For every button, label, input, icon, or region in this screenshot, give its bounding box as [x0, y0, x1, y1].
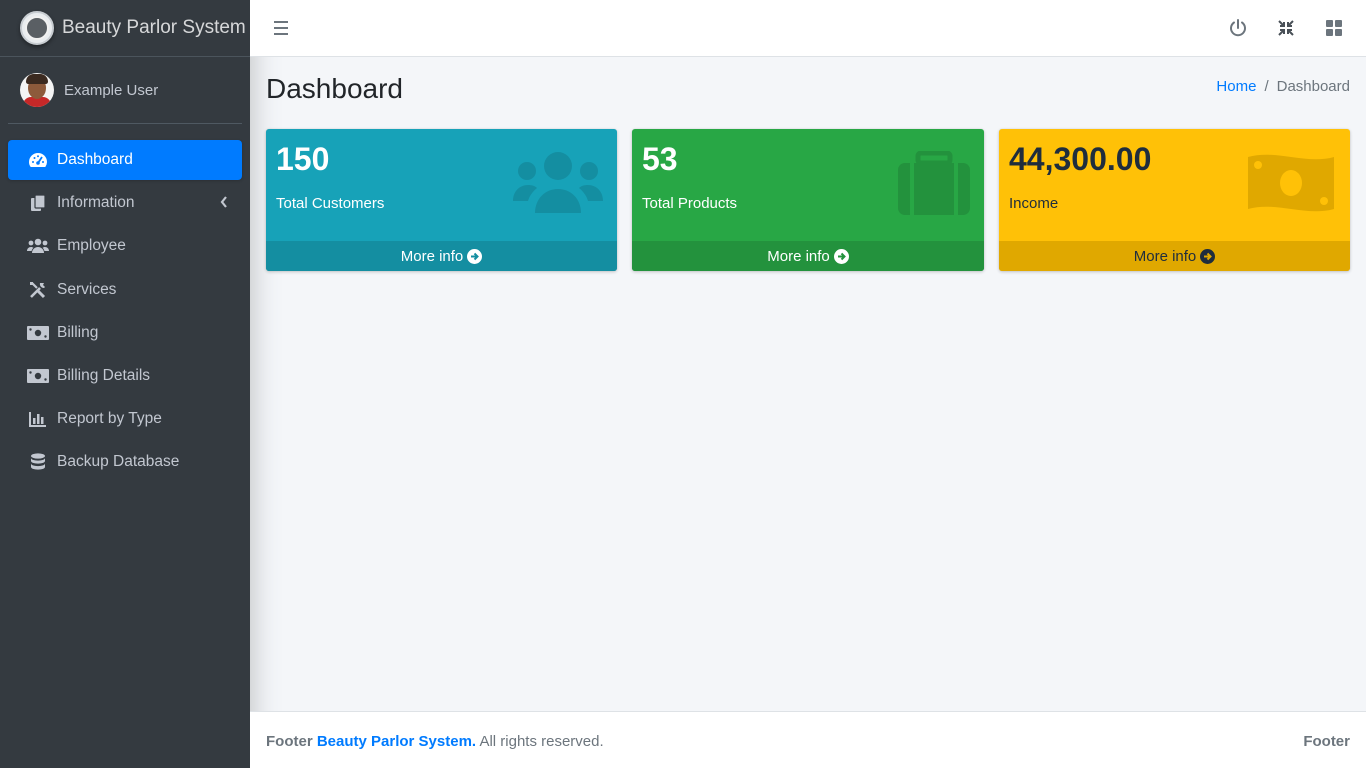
money-bill-icon — [1246, 151, 1336, 220]
more-info-link[interactable]: More info — [632, 241, 984, 271]
sidebar-item-label: Billing Details — [57, 366, 151, 384]
arrow-circle-right-icon — [833, 248, 849, 264]
more-info-label: More info — [767, 247, 830, 265]
tools-icon — [26, 280, 50, 300]
users-icon — [26, 236, 50, 256]
sidebar-item-label: Billing — [57, 323, 99, 341]
user-panel: Example User — [8, 57, 242, 124]
card-label: Income — [1009, 195, 1059, 212]
chevron-left-icon — [220, 195, 228, 213]
brand-title: Beauty Parlor System — [62, 17, 246, 38]
sidebar-nav: Dashboard Information Employee Services — [0, 140, 250, 482]
sidebar-item-billing[interactable]: Billing — [8, 313, 242, 353]
compress-icon[interactable] — [1276, 18, 1296, 38]
database-icon — [26, 452, 50, 472]
breadcrumb-separator: / — [1264, 78, 1269, 95]
th-large-icon[interactable] — [1324, 18, 1344, 38]
users-icon — [513, 151, 603, 220]
tachometer-icon — [26, 150, 50, 170]
user-name[interactable]: Example User — [64, 82, 158, 99]
money-bill-icon — [26, 323, 50, 343]
sidebar-item-label: Employee — [57, 237, 126, 255]
footer-prefix: Footer — [266, 733, 313, 750]
chart-bar-icon — [26, 409, 50, 429]
footer: Footer Beauty Parlor System. All rights … — [250, 711, 1366, 768]
copy-icon — [26, 193, 50, 213]
sidebar-item-backup-database[interactable]: Backup Database — [8, 442, 242, 482]
avatar — [20, 73, 54, 107]
sidebar-item-dashboard[interactable]: Dashboard — [8, 140, 242, 180]
page-title: Dashboard — [266, 73, 403, 104]
more-info-link[interactable]: More info — [999, 241, 1350, 271]
sidebar-item-report-by-type[interactable]: Report by Type — [8, 399, 242, 439]
card-label: Total Customers — [276, 195, 385, 212]
more-info-label: More info — [1133, 247, 1197, 265]
sidebar-item-label: Information — [57, 194, 135, 212]
menu-icon[interactable] — [274, 21, 288, 35]
breadcrumb: Home / Dashboard — [1216, 78, 1350, 95]
brand-link[interactable]: Beauty Parlor System — [0, 0, 250, 57]
card-label: Total Products — [642, 195, 738, 212]
briefcase-icon — [898, 150, 970, 220]
power-icon[interactable] — [1228, 18, 1248, 38]
sidebar-item-label: Dashboard — [57, 151, 133, 168]
sidebar: Beauty Parlor System Example User Dashbo… — [0, 0, 250, 768]
card-value: 150 — [276, 141, 330, 177]
sidebar-item-billing-details[interactable]: Billing Details — [8, 356, 242, 396]
money-bill-icon — [26, 366, 50, 386]
breadcrumb-current: Dashboard — [1276, 78, 1350, 95]
sidebar-item-label: Backup Database — [57, 453, 180, 471]
sidebar-item-label: Report by Type — [57, 410, 162, 428]
more-info-link[interactable]: More info — [266, 241, 617, 271]
brand-logo — [20, 11, 54, 45]
sidebar-item-label: Services — [57, 280, 117, 298]
breadcrumb-home-link[interactable]: Home — [1216, 78, 1256, 95]
sidebar-item-services[interactable]: Services — [8, 270, 242, 310]
card-value: 44,300.00 — [1009, 141, 1152, 177]
footer-copyright: Footer Beauty Parlor System. All rights … — [266, 733, 604, 750]
footer-right-text: Footer — [1303, 733, 1350, 750]
arrow-circle-right-icon — [467, 248, 483, 264]
card-value: 53 — [642, 141, 678, 177]
income-card: 44,300.00 Income More info — [999, 129, 1350, 271]
arrow-circle-right-icon — [1200, 248, 1216, 264]
sidebar-item-information[interactable]: Information — [8, 183, 242, 223]
top-navbar — [250, 0, 1366, 57]
footer-suffix: All rights reserved. — [479, 733, 604, 750]
more-info-label: More info — [400, 247, 464, 265]
products-card: 53 Total Products More info — [632, 129, 984, 271]
sidebar-item-employee[interactable]: Employee — [8, 226, 242, 266]
footer-brand-link[interactable]: Beauty Parlor System. — [317, 733, 476, 750]
customers-card: 150 Total Customers More info — [266, 129, 617, 271]
